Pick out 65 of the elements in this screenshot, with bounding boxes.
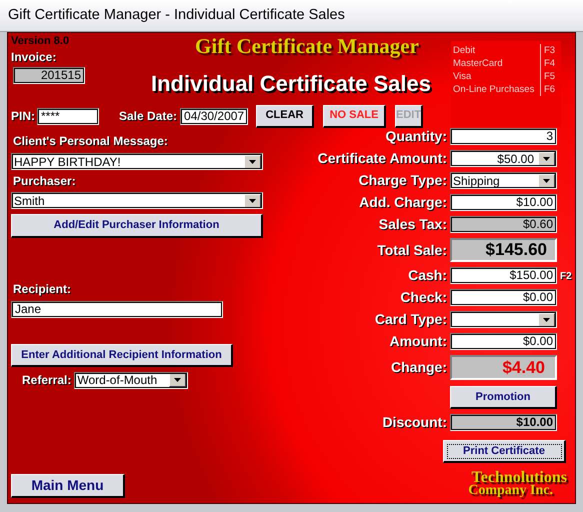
message-dropdown[interactable]: HAPPY BIRTHDAY! (11, 153, 263, 170)
shortcut-label: On-Line Purchases (453, 84, 534, 95)
purchaser-dropdown[interactable]: Smith (11, 192, 263, 209)
field-label: Change: (390, 359, 448, 376)
invoice-label: Invoice: (11, 50, 58, 64)
pin-label: PIN: (11, 108, 35, 125)
recipient-info-button[interactable]: Enter Additional Recipient Information (11, 344, 233, 367)
purchaser-info-button[interactable]: Add/Edit Purchaser Information (11, 214, 263, 238)
window-title: Gift Certificate Manager - Individual Certificate Sales (8, 6, 345, 25)
caret-icon (543, 178, 550, 182)
shortcut-label: Debit (453, 45, 476, 56)
amount-field[interactable]: $150.00 (450, 267, 557, 284)
amount-field[interactable]: $10.00 (450, 194, 557, 211)
amount-field[interactable]: 3 (450, 128, 557, 145)
field-label: Total Sale: (376, 242, 448, 258)
total-display: $145.60 (450, 238, 557, 262)
change-display: $4.40 (450, 355, 557, 380)
field-label: Certificate Amount: (316, 150, 448, 167)
print-button[interactable]: Print Certificate (443, 440, 566, 463)
sale-date-label: Sale Date: (119, 108, 178, 125)
field-label: Check: (399, 289, 448, 306)
action-button[interactable]: CLEAR (256, 104, 314, 128)
referral-dropdown[interactable]: Word-of-Mouth (74, 372, 188, 388)
referral-label: Referral: (22, 372, 72, 389)
caret-icon (249, 198, 256, 202)
amount-field[interactable]: $0.00 (450, 289, 557, 306)
amount-display[interactable]: $10.00 (450, 414, 557, 431)
select-dropdown[interactable]: $50.00 (450, 150, 557, 167)
message-label: Client's Personal Message: (13, 133, 169, 150)
caret-icon (543, 318, 550, 322)
sale-date-field[interactable]: 04/30/2007 (180, 108, 248, 124)
caret-icon (249, 160, 256, 164)
amount-display[interactable]: $0.60 (450, 216, 557, 233)
recipient-label: Recipient: (13, 281, 72, 298)
page-heading: Individual Certificate Sales (151, 72, 431, 96)
field-label: Cash: (407, 267, 448, 284)
purchaser-label: Purchaser: (13, 173, 77, 190)
shortcut-key: F4 (541, 57, 556, 70)
field-label: Quantity: (384, 128, 448, 145)
pin-field[interactable]: **** (37, 108, 99, 124)
field-label: Card Type: (374, 311, 448, 328)
select-dropdown[interactable]: Shipping (450, 172, 557, 189)
amount-field[interactable]: $0.00 (450, 333, 557, 350)
field-label: Sales Tax: (378, 216, 448, 233)
promotion-button[interactable]: Promotion (450, 386, 557, 409)
caret-icon (543, 156, 550, 160)
main-menu-button[interactable]: Main Menu (11, 474, 125, 498)
invoice-field[interactable]: 201515 (13, 67, 85, 84)
field-label: Discount: (381, 414, 448, 431)
shortcut-key: F5 (541, 70, 556, 83)
shortcut-key: F6 (541, 83, 556, 96)
app-logo-title: Gift Certificate Manager (195, 34, 419, 58)
field-label: Charge Type: (358, 172, 448, 189)
company-logo-text: Company Inc. (468, 484, 553, 497)
caret-icon (174, 378, 182, 382)
select-dropdown[interactable] (450, 311, 557, 328)
shortcut-label: Visa (453, 71, 472, 82)
version-label: Version 8.0 (11, 34, 70, 48)
recipient-field[interactable]: Jane (11, 301, 223, 318)
shortcut-key: F2 (560, 270, 572, 282)
company-logo-text: Technolutions (472, 471, 567, 484)
shortcut-label: MasterCard (453, 58, 503, 69)
field-label: Amount: (388, 333, 448, 350)
field-label: Add. Charge: (358, 194, 448, 211)
shortcut-key: F3 (541, 44, 556, 57)
